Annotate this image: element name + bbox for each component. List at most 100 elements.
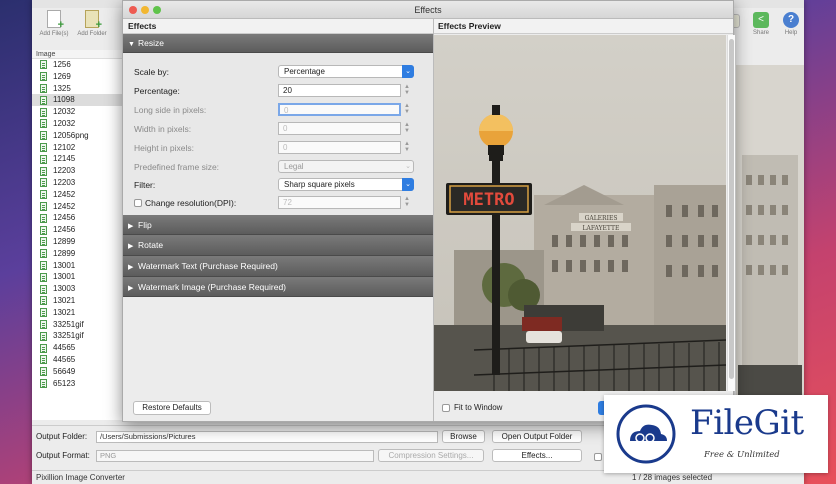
file-name: 13001 xyxy=(53,272,76,282)
percentage-stepper[interactable]: ▲ ▼ xyxy=(403,84,411,97)
output-folder-field[interactable]: /Users/Submissions/Pictures xyxy=(96,431,438,443)
change-dpi-label: Change resolution(DPI): xyxy=(145,198,237,208)
fit-to-window-checkbox[interactable] xyxy=(442,404,450,412)
long-side-field[interactable]: 0 xyxy=(278,103,401,116)
width-stepper[interactable]: ▲ ▼ xyxy=(403,122,411,135)
frame-size-select[interactable]: Legal ⌄ xyxy=(278,160,414,173)
file-list-item[interactable]: 12456 xyxy=(32,224,123,236)
section-rotate[interactable]: ▶ Rotate xyxy=(123,235,433,256)
filter-select[interactable]: Sharp square pixels ⌄ xyxy=(278,178,414,191)
file-name: 12102 xyxy=(53,142,76,152)
compression-settings-button[interactable]: Compression Settings... xyxy=(378,449,484,462)
file-list-item[interactable]: 12056png xyxy=(32,130,123,142)
file-list-item[interactable]: 12452 xyxy=(32,201,123,213)
section-watermark-text[interactable]: ▶ Watermark Text (Purchase Required) xyxy=(123,256,433,277)
section-watermark-image[interactable]: ▶ Watermark Image (Purchase Required) xyxy=(123,277,433,297)
image-file-icon xyxy=(40,367,47,377)
file-list-item[interactable]: 13021 xyxy=(32,295,123,307)
effects-button[interactable]: Effects... xyxy=(492,449,582,462)
effects-body: Effects ▼ Resize Scale by: Percentage ⌄ P… xyxy=(123,19,735,421)
dpi-stepper[interactable]: ▲ ▼ xyxy=(403,196,411,209)
option-checkbox[interactable] xyxy=(594,453,602,461)
image-file-icon xyxy=(40,119,47,129)
long-side-label: Long side in pixels: xyxy=(134,105,207,115)
browse-button[interactable]: Browse xyxy=(442,430,485,443)
scale-by-label: Scale by: xyxy=(134,67,169,77)
fit-to-window-label: Fit to Window xyxy=(454,403,503,412)
share-icon: < xyxy=(753,12,769,28)
list-header-image[interactable]: Image xyxy=(32,50,123,59)
file-list-item[interactable]: 13001 xyxy=(32,260,123,272)
add-files-button[interactable]: Add File(s) xyxy=(34,10,74,37)
file-list-item[interactable]: 12102 xyxy=(32,142,123,154)
file-name: 12032 xyxy=(53,118,76,128)
file-list[interactable]: Image 1256 1269 1325 11098 12032 12032 12056pn… xyxy=(32,50,124,420)
file-name: 44565 xyxy=(53,343,76,353)
preview-photo: GALERIES LAFAYETTE METRO xyxy=(434,35,726,391)
file-list-item[interactable]: 12032 xyxy=(32,106,123,118)
file-name: 12456 xyxy=(53,225,76,235)
image-file-icon xyxy=(40,213,47,223)
file-list-item[interactable]: 44565 xyxy=(32,342,123,354)
file-list-item[interactable]: 65123 xyxy=(32,378,123,390)
frame-size-label: Predefined frame size: xyxy=(134,162,220,172)
file-list-item[interactable]: 13003 xyxy=(32,283,123,295)
add-file-icon xyxy=(47,10,64,31)
file-list-item[interactable]: 12452 xyxy=(32,189,123,201)
image-file-icon xyxy=(40,107,47,117)
width-label: Width in pixels: xyxy=(134,124,192,134)
image-file-icon xyxy=(40,201,47,211)
file-list-item[interactable]: 13001 xyxy=(32,271,123,283)
help-button[interactable]: ? Help xyxy=(778,12,804,36)
file-list-item[interactable]: 12145 xyxy=(32,153,123,165)
section-flip[interactable]: ▶ Flip xyxy=(123,215,433,235)
file-name: 12032 xyxy=(53,107,76,117)
restore-defaults-button[interactable]: Restore Defaults xyxy=(133,401,211,415)
percentage-field[interactable]: 20 xyxy=(278,84,401,97)
width-field[interactable]: 0 xyxy=(278,122,401,135)
add-folder-button[interactable]: Add Folder xyxy=(72,10,112,37)
image-file-icon xyxy=(40,260,47,270)
height-stepper[interactable]: ▲ ▼ xyxy=(403,141,411,154)
percentage-label: Percentage: xyxy=(134,86,180,96)
close-button[interactable] xyxy=(129,6,137,14)
file-name: 12203 xyxy=(53,177,76,187)
share-label: Share xyxy=(752,30,769,36)
section-resize[interactable]: ▼ Resize xyxy=(123,34,433,53)
file-list-item[interactable]: 33251gif xyxy=(32,330,123,342)
height-field[interactable]: 0 xyxy=(278,141,401,154)
file-list-item[interactable]: 13021 xyxy=(32,307,123,319)
file-list-item[interactable]: 1325 xyxy=(32,83,123,95)
share-button[interactable]: < Share xyxy=(748,12,774,36)
collapsed-arrow-icon: ▶ xyxy=(128,285,134,292)
file-list-item[interactable]: 12899 xyxy=(32,248,123,260)
file-list-item[interactable]: 1269 xyxy=(32,71,123,83)
file-list-item[interactable]: 33251gif xyxy=(32,319,123,331)
collapsed-arrow-icon: ▶ xyxy=(128,264,134,271)
image-file-icon xyxy=(40,60,47,70)
scale-by-select[interactable]: Percentage ⌄ xyxy=(278,65,414,78)
file-list-item[interactable]: 12203 xyxy=(32,165,123,177)
long-side-stepper[interactable]: ▲ ▼ xyxy=(403,103,411,116)
preview-scrollbar[interactable] xyxy=(727,35,735,391)
file-list-item[interactable]: 44565 xyxy=(32,354,123,366)
file-list-item[interactable]: 12899 xyxy=(32,236,123,248)
file-name: 12145 xyxy=(53,154,76,164)
open-output-folder-button[interactable]: Open Output Folder xyxy=(492,430,582,443)
file-name: 56649 xyxy=(53,366,76,376)
output-format-select[interactable]: PNG xyxy=(96,450,374,462)
main-preview-photo xyxy=(736,65,804,420)
file-list-item[interactable]: 1256 xyxy=(32,59,123,71)
file-list-item[interactable]: 12032 xyxy=(32,118,123,130)
file-list-item[interactable]: 12203 xyxy=(32,177,123,189)
change-dpi-checkbox[interactable] xyxy=(134,199,142,207)
file-list-item[interactable]: 56649 xyxy=(32,366,123,378)
zoom-button[interactable] xyxy=(153,6,161,14)
dpi-field[interactable]: 72 xyxy=(278,196,401,209)
file-list-item[interactable]: 11098 xyxy=(32,94,123,107)
image-file-icon xyxy=(40,296,47,306)
height-label: Height in pixels: xyxy=(134,143,195,153)
file-list-item[interactable]: 12456 xyxy=(32,212,123,224)
filegit-logo xyxy=(616,404,676,464)
minimize-button[interactable] xyxy=(141,6,149,14)
